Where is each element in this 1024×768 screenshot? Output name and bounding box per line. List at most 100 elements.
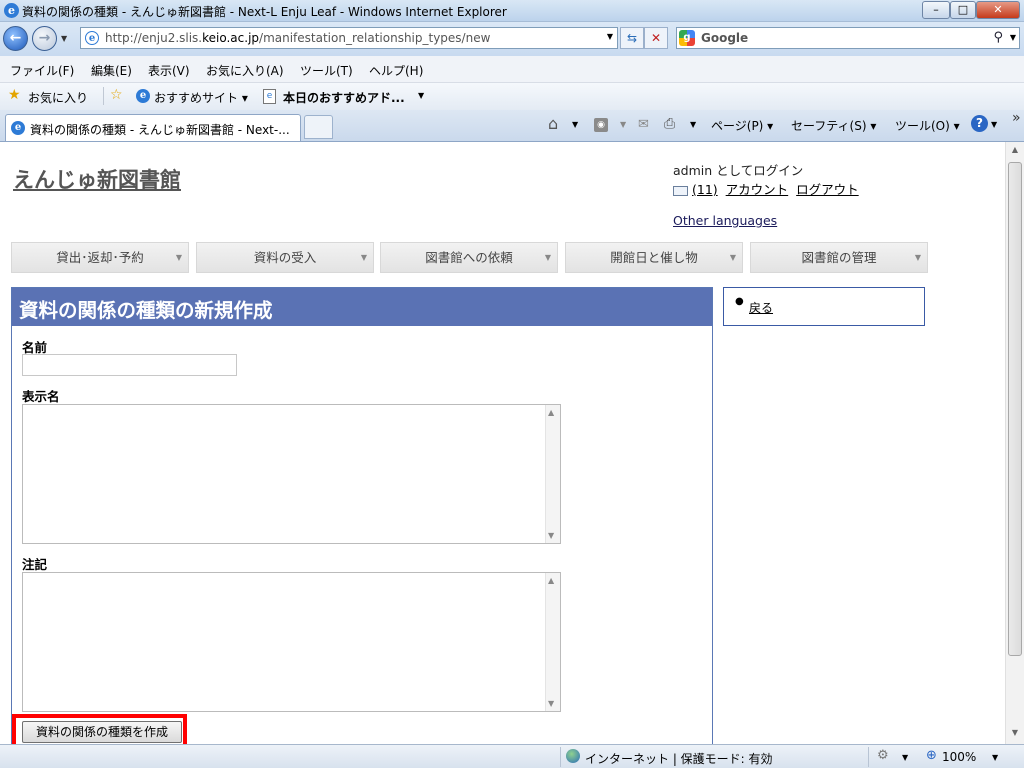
ie-site-icon: e bbox=[136, 89, 150, 103]
history-dropdown-icon[interactable]: ▼ bbox=[61, 34, 67, 43]
page-title: 資料の関係の種類の新規作成 bbox=[12, 288, 712, 326]
textarea-scrollbar[interactable]: ▲ ▼ bbox=[545, 405, 560, 543]
menu-tools[interactable]: ツール(T) bbox=[300, 62, 353, 79]
chevron-down-icon: ▼ bbox=[544, 253, 551, 262]
address-bar[interactable]: e http://enju2.slis.keio.ac.jp/manifesta… bbox=[80, 27, 618, 49]
zoom-icon: ⊕ bbox=[926, 748, 937, 763]
help-dropdown-icon[interactable]: ▼ bbox=[991, 120, 997, 129]
ie-logo-icon: e bbox=[4, 3, 19, 18]
page-scrollbar[interactable]: ▲ ▼ bbox=[1005, 142, 1024, 744]
status-bar: インターネット | 保護モード: 有効 ⚙ ▼ ⊕ 100% ▼ bbox=[0, 744, 1024, 768]
suggested-sites-link[interactable]: おすすめサイト ▾ bbox=[154, 89, 248, 106]
user-links: (11) アカウント ログアウト bbox=[673, 179, 859, 198]
nav-label: 資料の受入 bbox=[253, 250, 317, 265]
zoom-level[interactable]: 100% bbox=[942, 750, 976, 764]
menu-edit[interactable]: 編集(E) bbox=[91, 62, 132, 79]
menu-file[interactable]: ファイル(F) bbox=[10, 62, 74, 79]
protected-dropdown-icon[interactable]: ▼ bbox=[902, 753, 908, 762]
search-box[interactable]: g Google ⚲ ▼ bbox=[676, 27, 1020, 49]
favorites-star-icon: ★ bbox=[8, 87, 21, 103]
scroll-down-icon[interactable]: ▼ bbox=[1009, 728, 1021, 740]
help-icon[interactable]: ? bbox=[971, 115, 988, 132]
scroll-up-icon[interactable]: ▲ bbox=[548, 576, 554, 585]
create-button[interactable]: 資料の関係の種類を作成 bbox=[22, 721, 182, 743]
protected-mode-icon[interactable]: ⚙ bbox=[877, 748, 889, 763]
google-icon: g bbox=[679, 30, 695, 46]
nav-administration[interactable]: 図書館の管理 ▼ bbox=[750, 242, 928, 273]
nav-label: 貸出･返却･予約 bbox=[56, 250, 144, 265]
nav-label: 図書館への依頼 bbox=[425, 250, 513, 265]
tools-menu[interactable]: ツール(O) ▾ bbox=[895, 117, 960, 134]
scroll-up-icon[interactable]: ▲ bbox=[1009, 145, 1021, 157]
menu-bar: ファイル(F) 編集(E) 表示(V) お気に入り(A) ツール(T) ヘルプ(… bbox=[0, 56, 1024, 83]
sidebar-box: ● 戻る bbox=[723, 287, 925, 326]
web-slice-dropdown-icon[interactable]: ▼ bbox=[418, 91, 424, 100]
nav-events[interactable]: 開館日と催し物 ▼ bbox=[565, 242, 743, 273]
tab-row: e 資料の関係の種類 - えんじゅ新図書館 - Next-... ⌂ ▼ ◉ ▼… bbox=[0, 110, 1024, 142]
chevron-down-icon: ▼ bbox=[729, 253, 736, 262]
back-button[interactable]: ← bbox=[3, 26, 28, 51]
refresh-icon[interactable]: ⇆ bbox=[620, 27, 644, 49]
account-link[interactable]: アカウント bbox=[726, 182, 789, 197]
more-commands-icon[interactable]: » bbox=[1012, 110, 1021, 126]
home-icon[interactable]: ⌂ bbox=[548, 114, 558, 133]
page-icon: e bbox=[85, 31, 99, 45]
nav-acquisition[interactable]: 資料の受入 ▼ bbox=[196, 242, 374, 273]
search-options-icon[interactable]: ▼ bbox=[1010, 33, 1016, 42]
stop-icon[interactable]: ✕ bbox=[644, 27, 668, 49]
scroll-up-icon[interactable]: ▲ bbox=[548, 408, 554, 417]
menu-favorites[interactable]: お気に入り(A) bbox=[206, 62, 284, 79]
search-icon[interactable]: ⚲ bbox=[993, 30, 1003, 45]
other-languages-link[interactable]: Other languages bbox=[673, 213, 777, 228]
divider bbox=[103, 87, 104, 105]
address-toolbar: ← → ▼ e http://enju2.slis.keio.ac.jp/man… bbox=[0, 22, 1024, 56]
messages-count-link[interactable]: (11) bbox=[692, 182, 718, 197]
minimize-button[interactable]: – bbox=[922, 1, 950, 19]
web-slice-gallery-link[interactable]: 本日のおすすめアド... bbox=[283, 89, 405, 106]
menu-help[interactable]: ヘルプ(H) bbox=[369, 62, 423, 79]
textarea-scrollbar[interactable]: ▲ ▼ bbox=[545, 573, 560, 711]
favorites-bar: ★ お気に入り ☆ e おすすめサイト ▾ e 本日のおすすめアド... ▼ bbox=[0, 83, 1024, 110]
add-favorite-icon[interactable]: ☆ bbox=[110, 87, 123, 103]
chevron-down-icon: ▼ bbox=[914, 253, 921, 262]
maximize-button[interactable]: □ bbox=[950, 1, 976, 19]
scroll-down-icon[interactable]: ▼ bbox=[548, 531, 554, 540]
window-title-bar: e 資料の関係の種類 - えんじゅ新図書館 - Next-L Enju Leaf… bbox=[0, 0, 1024, 22]
back-link[interactable]: 戻る bbox=[749, 299, 773, 316]
security-zone: インターネット | 保護モード: 有効 bbox=[585, 752, 773, 766]
scroll-down-icon[interactable]: ▼ bbox=[548, 699, 554, 708]
print-icon[interactable]: ⎙ bbox=[664, 116, 675, 132]
note-label: 注記 bbox=[22, 557, 48, 572]
safety-menu[interactable]: セーフティ(S) ▾ bbox=[791, 117, 876, 134]
close-window-button[interactable]: ✕ bbox=[976, 1, 1020, 19]
new-tab-button[interactable] bbox=[304, 115, 333, 139]
chevron-down-icon: ▼ bbox=[175, 253, 182, 262]
divider bbox=[868, 747, 869, 767]
favorites-button[interactable]: お気に入り bbox=[28, 89, 88, 106]
logout-link[interactable]: ログアウト bbox=[796, 182, 859, 197]
messages-icon[interactable] bbox=[673, 185, 688, 196]
page-menu[interactable]: ページ(P) ▾ bbox=[711, 117, 773, 134]
display-name-textarea[interactable]: ▲ ▼ bbox=[22, 404, 561, 544]
address-url[interactable]: http://enju2.slis.keio.ac.jp/manifestati… bbox=[105, 31, 490, 45]
display-name-label: 表示名 bbox=[22, 389, 60, 404]
print-dropdown-icon[interactable]: ▼ bbox=[690, 120, 696, 129]
home-dropdown-icon[interactable]: ▼ bbox=[572, 120, 578, 129]
feeds-dropdown-icon[interactable]: ▼ bbox=[620, 120, 626, 129]
site-title-link[interactable]: えんじゅ新図書館 bbox=[13, 164, 181, 194]
zoom-dropdown-icon[interactable]: ▼ bbox=[992, 753, 998, 762]
address-dropdown-icon[interactable]: ▼ bbox=[607, 32, 613, 41]
mail-icon[interactable]: ✉ bbox=[638, 117, 649, 132]
forward-button[interactable]: → bbox=[32, 26, 57, 51]
browser-tab[interactable]: e 資料の関係の種類 - えんじゅ新図書館 - Next-... bbox=[5, 114, 301, 141]
menu-view[interactable]: 表示(V) bbox=[148, 62, 190, 79]
search-provider-label: Google bbox=[701, 31, 749, 45]
nav-circulation[interactable]: 貸出･返却･予約 ▼ bbox=[11, 242, 189, 273]
login-status: admin としてログイン bbox=[673, 163, 804, 178]
nav-requests[interactable]: 図書館への依頼 ▼ bbox=[380, 242, 558, 273]
feeds-icon[interactable]: ◉ bbox=[594, 118, 608, 132]
globe-icon bbox=[566, 749, 580, 763]
note-textarea[interactable]: ▲ ▼ bbox=[22, 572, 561, 712]
name-input[interactable] bbox=[22, 354, 237, 376]
scroll-thumb[interactable] bbox=[1008, 162, 1022, 656]
